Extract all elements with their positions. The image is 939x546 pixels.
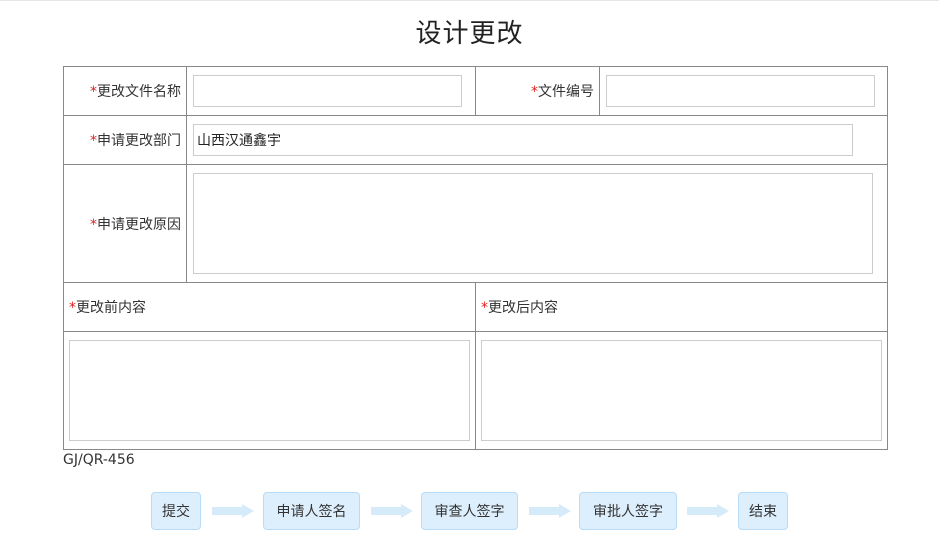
after-content-textarea-cell [475,331,888,450]
before-content-label-cell: *更改前内容 [63,282,476,332]
reason-label-cell: *申请更改原因 [63,164,187,283]
arrow-right-icon [212,504,254,518]
file-name-input[interactable] [193,75,462,107]
required-mark: * [90,133,97,149]
file-number-label: 文件编号 [538,84,594,100]
required-mark: * [90,84,97,100]
before-content-textarea[interactable] [69,340,470,441]
file-number-label-cell: *文件编号 [475,66,600,116]
row-content-labels: *更改前内容 *更改后内容 [63,282,888,332]
after-content-label-cell: *更改后内容 [475,282,888,332]
form-table: *更改文件名称 *文件编号 *申请更改部门 *申请更改原因 [63,66,888,450]
file-number-input-cell [599,66,888,116]
page-title: 设计更改 [415,19,524,49]
required-mark: * [481,300,488,316]
row-file-info: *更改文件名称 *文件编号 [63,66,888,116]
step-end-button[interactable]: 结束 [738,492,788,530]
required-mark: * [69,300,76,316]
reason-label: 申请更改原因 [97,216,181,233]
department-label: 申请更改部门 [97,133,181,149]
before-content-textarea-cell [63,331,476,450]
file-name-label: 更改文件名称 [97,84,181,100]
arrow-right-icon [529,504,571,518]
form-code: GJ/QR-456 [63,452,135,468]
row-content-inputs [63,331,888,450]
reason-textarea[interactable] [193,173,873,274]
step-reviewer-sign-button[interactable]: 审查人签字 [421,492,518,530]
step-submit-button[interactable]: 提交 [151,492,201,530]
step-approver-sign-button[interactable]: 审批人签字 [579,492,677,530]
before-content-label: 更改前内容 [76,300,146,316]
design-change-form-page: 设计更改 *更改文件名称 *文件编号 *申请更改部门 山西汉通鑫宇 *申请更改原… [0,0,939,546]
arrow-right-icon [687,504,729,518]
arrow-right-icon [371,504,413,518]
department-input[interactable] [193,124,853,156]
after-content-label: 更改后内容 [488,300,558,316]
after-content-textarea[interactable] [481,340,882,441]
row-department: *申请更改部门 [63,115,888,165]
department-input-cell [186,115,888,165]
required-mark: * [90,216,97,233]
reason-textarea-cell [186,164,888,283]
required-mark: * [531,84,538,100]
department-label-cell: *申请更改部门 [63,115,187,165]
file-name-label-cell: *更改文件名称 [63,66,187,116]
file-number-input[interactable] [606,75,875,107]
workflow-bar: 提交 申请人签名 审查人签字 审批人签字 结束 [0,492,939,530]
row-reason: *申请更改原因 [63,164,888,283]
file-name-input-cell [186,66,476,116]
step-applicant-sign-button[interactable]: 申请人签名 [263,492,360,530]
